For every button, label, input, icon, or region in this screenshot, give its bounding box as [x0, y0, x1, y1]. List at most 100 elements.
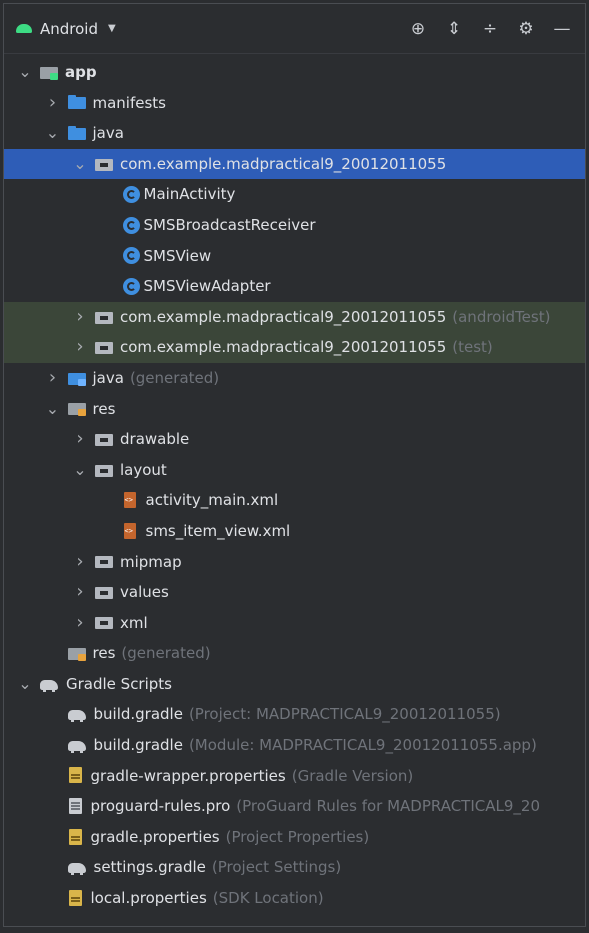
tree-item-label: local.properties — [90, 889, 207, 908]
resource-folder-icon — [67, 646, 86, 662]
chevron-right-icon[interactable]: › — [73, 302, 87, 333]
class-icon — [122, 277, 140, 295]
package-icon — [95, 310, 113, 325]
properties-file-icon — [68, 767, 84, 784]
class-icon — [122, 186, 140, 204]
tree-item[interactable]: build.gradle (Project: MADPRACTICAL9_2001… — [4, 699, 585, 730]
project-view-selector[interactable]: Android ▼ — [16, 20, 116, 38]
folder-icon — [67, 125, 86, 141]
tree-item[interactable]: MainActivity — [4, 179, 585, 210]
tree-item-label: gradle-wrapper.properties — [90, 766, 286, 785]
tree-item[interactable]: sms_item_view.xml — [4, 516, 585, 547]
tree-item-hint: (Project Properties) — [225, 827, 370, 846]
chevron-right-icon[interactable]: › — [73, 577, 87, 608]
tree-item-hint: (generated) — [121, 644, 211, 663]
tree-item-label: build.gradle — [93, 736, 183, 755]
chevron-right-icon[interactable]: › — [73, 424, 87, 455]
gradle-icon — [67, 738, 88, 753]
package-icon — [95, 463, 113, 478]
package-icon — [95, 585, 113, 600]
properties-file-icon — [68, 828, 84, 846]
tree-item[interactable]: › com.example.madpractical9_20012011055 (t… — [4, 332, 585, 363]
tree-item[interactable]: ⌄ res — [4, 394, 585, 425]
tree-item-hint: (Gradle Version) — [291, 766, 414, 785]
tree-item[interactable]: gradle-wrapper.properties (Gradle Version… — [4, 761, 585, 792]
tree-item[interactable]: SMSBroadcastReceiver — [4, 210, 585, 241]
tree-item[interactable]: ⌄ app — [4, 57, 585, 88]
collapse-all-icon[interactable]: ÷ — [475, 14, 505, 44]
project-view-label: Android — [40, 19, 98, 38]
tree-item[interactable]: ⌄ com.example.madpractical9_20012011055 — [4, 148, 585, 180]
package-icon — [95, 340, 113, 355]
tree-item-hint: (androidTest) — [452, 307, 551, 326]
gradle-icon — [67, 860, 88, 876]
tree-item[interactable]: SMSViewAdapter — [4, 271, 585, 302]
gradle-icon — [67, 707, 88, 723]
chevron-down-icon[interactable]: ⌄ — [46, 399, 60, 419]
project-tool-window: Android ▼ ⊕ ⇕ ÷ ⚙ — ⌄ app › manifests ⌄ java ⌄… — [3, 3, 586, 927]
tree-item[interactable]: › java (generated) — [4, 363, 585, 394]
tree-item-hint: (Project Settings) — [211, 858, 342, 877]
tree-item-hint: (Project: MADPRACTICAL9_20012011055) — [188, 705, 501, 724]
package-icon — [95, 554, 113, 569]
tree-item-label: Gradle Scripts — [66, 674, 172, 693]
chevron-right-icon[interactable]: › — [46, 88, 60, 119]
chevron-right-icon[interactable]: › — [73, 608, 87, 639]
tree-item-label: build.gradle — [93, 705, 183, 724]
package-icon — [95, 615, 113, 630]
chevron-down-icon[interactable]: ⌄ — [73, 154, 87, 174]
xml-file-icon — [123, 522, 139, 540]
tree-item[interactable]: › xml — [4, 608, 585, 639]
tree-item[interactable]: activity_main.xml — [4, 485, 585, 516]
tree-item-label: values — [120, 583, 169, 602]
tree-item-label: sms_item_view.xml — [145, 521, 291, 540]
tree-item-hint: (Module: MADPRACTICAL9_20012011055.app) — [188, 736, 537, 755]
tree-item-hint: (ProGuard Rules for MADPRACTICAL9_20 — [236, 797, 540, 816]
gear-icon[interactable]: ⚙ — [511, 14, 541, 44]
module-folder-icon — [40, 65, 58, 80]
tree-item-label: java — [92, 124, 124, 143]
tree-item-hint: (test) — [452, 338, 493, 357]
xml-file-icon — [123, 492, 139, 509]
tree-item-label: manifests — [92, 93, 167, 112]
tree-item[interactable]: ⌄ layout — [4, 455, 585, 486]
project-toolbar: Android ▼ ⊕ ⇕ ÷ ⚙ — — [4, 4, 585, 54]
tree-item-label: settings.gradle — [93, 858, 206, 877]
tree-item-label: com.example.madpractical9_20012011055 — [120, 154, 447, 173]
tree-item-label: SMSBroadcastReceiver — [143, 215, 316, 234]
tree-item[interactable]: ⌄ java — [4, 118, 585, 149]
gradle-icon — [40, 677, 60, 692]
tree-item[interactable]: › com.example.madpractical9_20012011055 (a… — [4, 301, 585, 333]
tree-item-label: xml — [120, 613, 148, 632]
tree-item[interactable]: build.gradle (Module: MADPRACTICAL9_20012… — [4, 730, 585, 761]
tree-item-label: java — [92, 368, 124, 387]
chevron-right-icon[interactable]: › — [46, 363, 60, 394]
chevron-down-icon[interactable]: ⌄ — [73, 460, 87, 480]
tree-item[interactable]: local.properties (SDK Location) — [4, 883, 585, 914]
tree-item[interactable]: SMSView — [4, 241, 585, 272]
minimize-icon[interactable]: — — [547, 14, 577, 44]
target-icon[interactable]: ⊕ — [403, 14, 433, 44]
chevron-down-icon[interactable]: ⌄ — [18, 62, 32, 82]
chevron-down-icon[interactable]: ⌄ — [18, 674, 32, 694]
tree-item[interactable]: proguard-rules.pro (ProGuard Rules for MA… — [4, 791, 585, 822]
resource-folder-icon — [67, 401, 86, 417]
tree-item-label: mipmap — [120, 552, 182, 571]
tree-item-label: res — [92, 644, 116, 663]
tree-item[interactable]: › drawable — [4, 424, 585, 455]
tree-item[interactable]: › values — [4, 577, 585, 608]
tree-item[interactable]: res (generated) — [4, 638, 585, 669]
chevron-right-icon[interactable]: › — [73, 332, 87, 363]
tree-item[interactable]: settings.gradle (Project Settings) — [4, 852, 585, 883]
chevron-down-icon[interactable]: ⌄ — [46, 123, 60, 143]
tree-item[interactable]: gradle.properties (Project Properties) — [4, 822, 585, 853]
tree-item-label: app — [65, 63, 97, 81]
expand-all-icon[interactable]: ⇕ — [439, 14, 469, 44]
tree-item[interactable]: › manifests — [4, 88, 585, 119]
dropdown-arrow-icon: ▼ — [108, 23, 116, 34]
tree-item[interactable]: › mipmap — [4, 547, 585, 578]
tree-item[interactable]: ⌄ Gradle Scripts — [4, 669, 585, 700]
text-file-icon — [68, 798, 84, 815]
generated-folder-icon — [67, 371, 86, 386]
chevron-right-icon[interactable]: › — [73, 547, 87, 578]
